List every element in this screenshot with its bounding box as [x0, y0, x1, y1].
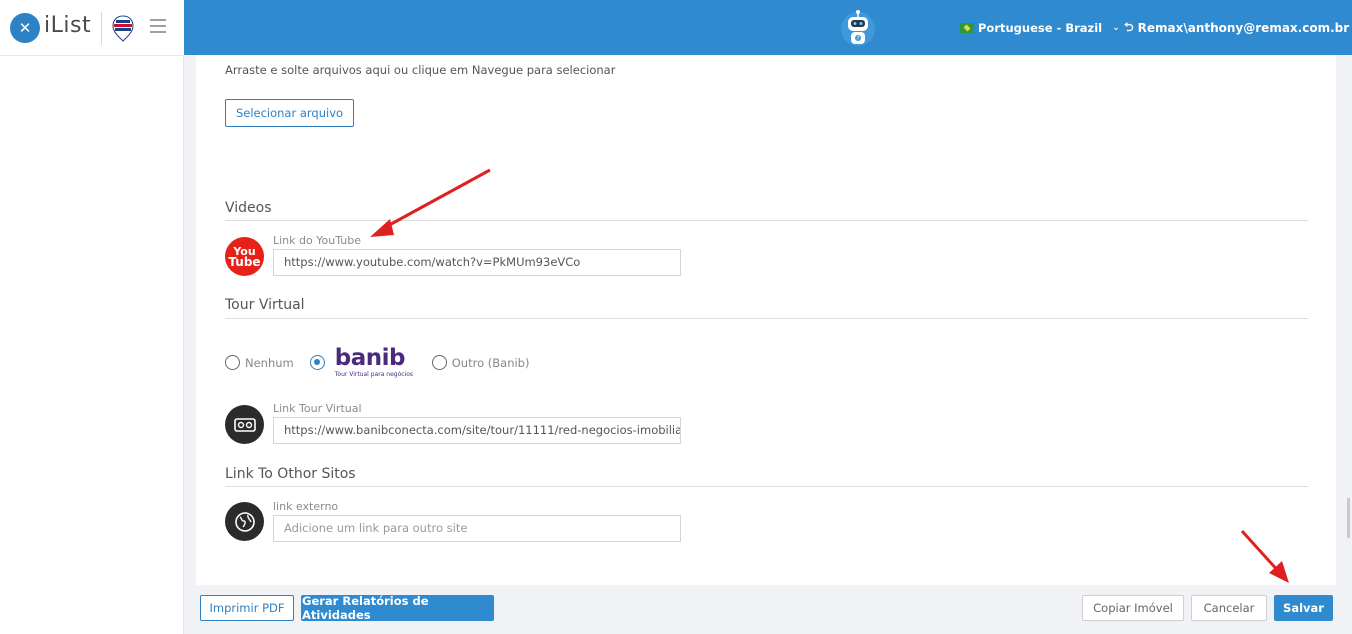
- logo-text[interactable]: iList: [44, 13, 91, 38]
- sidebar: [0, 0, 184, 634]
- external-link-label: link externo: [273, 500, 339, 513]
- tour-link-input[interactable]: https://www.banibconecta.com/site/tour/1…: [273, 417, 681, 444]
- copy-property-button[interactable]: Copiar Imóvel: [1082, 595, 1184, 621]
- section-divider: [225, 220, 1308, 221]
- tour-section-title: Tour Virtual: [225, 297, 305, 313]
- tour-type-radio-group: Nenhum banib Tour Virtual para negócios …: [225, 345, 529, 380]
- remax-balloon-icon: [112, 15, 134, 42]
- menu-icon[interactable]: [150, 19, 166, 33]
- switch-user-icon: ⮌: [1124, 19, 1134, 34]
- youtube-icon-text: Tube: [228, 254, 261, 269]
- brand-divider: [101, 12, 102, 45]
- youtube-link-input[interactable]: https://www.youtube.com/watch?v=PkMUm93e…: [273, 249, 681, 276]
- ilist-logo-icon[interactable]: ✕: [10, 13, 40, 43]
- print-pdf-button[interactable]: Imprimir PDF: [200, 595, 294, 621]
- radio-other[interactable]: [431, 355, 447, 370]
- property-form-card: [196, 55, 1336, 585]
- select-file-button[interactable]: Selecionar arquivo: [225, 99, 354, 127]
- banib-tagline: Tour Virtual para negócios: [334, 371, 414, 378]
- chevron-down-icon: ⌄: [1112, 23, 1120, 33]
- radio-none[interactable]: [225, 355, 240, 370]
- radio-banib[interactable]: [309, 355, 325, 370]
- banib-logo-text: banib: [334, 345, 406, 371]
- cancel-button[interactable]: Cancelar: [1191, 595, 1267, 621]
- banib-logo[interactable]: banib Tour Virtual para negócios: [335, 345, 415, 380]
- radio-other-label[interactable]: Outro (Banib): [452, 356, 530, 370]
- vr-headset-icon: [225, 405, 264, 444]
- assistant-bot-icon[interactable]: ?: [840, 9, 876, 49]
- user-label: Remax\anthony@remax.com.br: [1137, 21, 1350, 35]
- save-button[interactable]: Salvar: [1274, 595, 1333, 621]
- generate-reports-button[interactable]: Gerar Relatórios de Atividades: [301, 594, 494, 622]
- section-divider: [225, 318, 1308, 319]
- section-divider: [225, 486, 1308, 487]
- tour-link-label: Link Tour Virtual: [273, 402, 362, 415]
- file-drop-text: Arraste e solte arquivos aqui ou clique …: [225, 63, 616, 77]
- brazil-flag-icon: [960, 23, 974, 33]
- language-label: Portuguese - Brazil: [978, 21, 1103, 35]
- globe-icon: [225, 502, 264, 541]
- user-menu[interactable]: ⮌ Remax\anthony@remax.com.br: [1124, 18, 1349, 38]
- other-sites-section-title: Link To Othor Sitos: [225, 466, 356, 482]
- radio-none-label[interactable]: Nenhum: [245, 356, 294, 370]
- top-bar: ? Portuguese - Brazil ⌄ ⮌ Remax\anthony@…: [184, 0, 1352, 55]
- videos-section-title: Videos: [225, 200, 272, 216]
- language-selector[interactable]: Portuguese - Brazil ⌄: [960, 18, 1120, 38]
- scrollbar[interactable]: [1347, 498, 1350, 538]
- svg-text:?: ?: [857, 36, 860, 42]
- external-link-input[interactable]: Adicione um link para outro site: [273, 515, 681, 542]
- youtube-link-label: Link do YouTube: [273, 234, 361, 247]
- youtube-icon: You Tube: [225, 237, 264, 276]
- brand-bar: ✕ iList: [0, 0, 184, 56]
